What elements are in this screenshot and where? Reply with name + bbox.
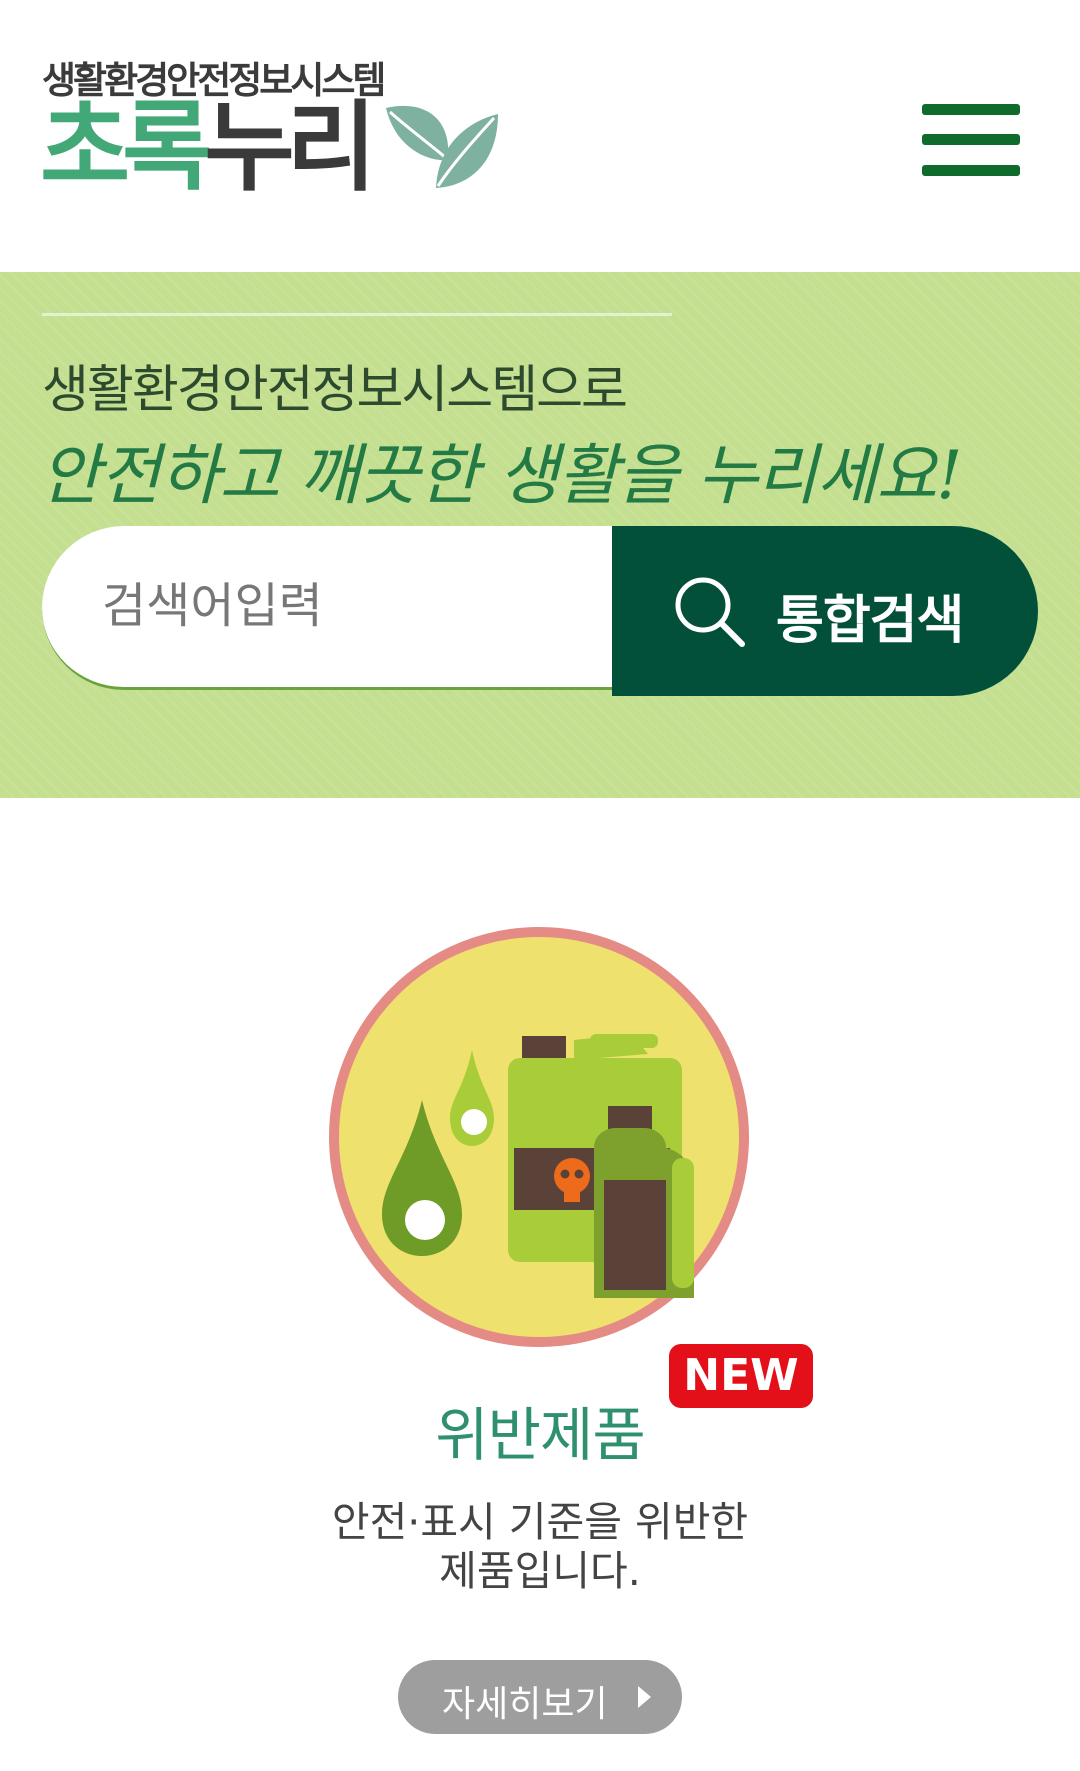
menu-icon-bar bbox=[922, 104, 1020, 115]
search-input-wrapper bbox=[42, 526, 632, 690]
toxic-chemicals-icon bbox=[329, 927, 749, 1347]
search-button-label: 통합검색 bbox=[776, 591, 964, 651]
card-description: 안전·표시 기준을 위반한 제품입니다. bbox=[0, 1498, 1080, 1596]
view-details-button[interactable]: 자세히보기 bbox=[398, 1660, 682, 1734]
chevron-right-icon bbox=[638, 1686, 651, 1708]
card-description-line: 제품입니다. bbox=[439, 1547, 641, 1596]
logo[interactable]: 생활환경안전정보시스템 초록누리 bbox=[40, 50, 500, 204]
card-title: 위반제품 bbox=[435, 1401, 645, 1469]
logo-title: 초록누리 bbox=[40, 91, 377, 205]
hero-slogan: 안전하고 깨끗한 생활을 누리세요! bbox=[40, 437, 963, 514]
hero-subtitle: 생활환경안전정보시스템으로 bbox=[42, 361, 628, 420]
menu-icon-bar bbox=[922, 165, 1020, 176]
search-button[interactable]: 통합검색 bbox=[612, 526, 1038, 696]
search-bar: 통합검색 bbox=[42, 526, 1038, 696]
menu-icon-bar bbox=[922, 134, 1020, 145]
search-input[interactable] bbox=[102, 564, 602, 648]
hero-banner: 생활환경안전정보시스템으로 안전하고 깨끗한 생활을 누리세요! 통합검색 bbox=[0, 272, 1080, 798]
logo-title-dark: 누리 bbox=[204, 91, 376, 205]
violation-products-card: NEW 위반제품 안전·표시 기준을 위반한 제품입니다. 자세히보기 bbox=[0, 798, 1080, 1771]
logo-title-green: 초록 bbox=[40, 91, 212, 205]
card-description-line: 안전·표시 기준을 위반한 bbox=[331, 1498, 749, 1546]
header: 생활환경안전정보시스템 초록누리 bbox=[0, 0, 1080, 272]
divider bbox=[42, 313, 672, 316]
leaf-icon bbox=[386, 105, 498, 188]
search-icon bbox=[675, 577, 745, 647]
menu-button[interactable] bbox=[922, 104, 1020, 176]
view-details-label: 자세히보기 bbox=[442, 1684, 608, 1725]
